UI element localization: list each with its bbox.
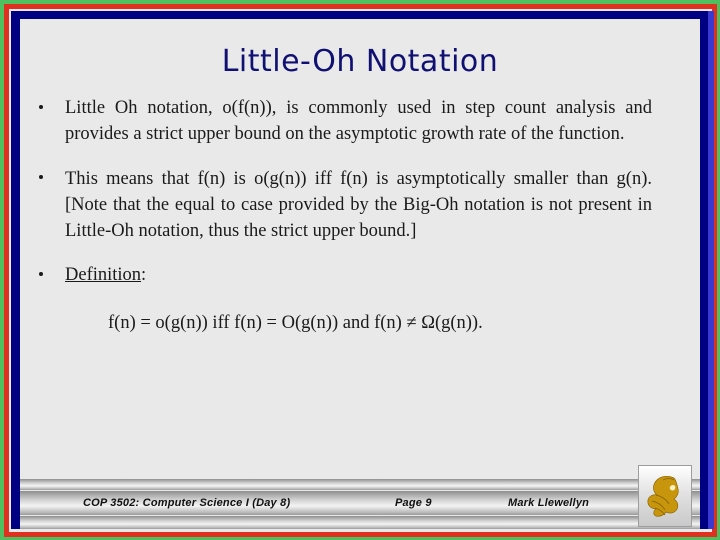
ucf-pegasus-logo <box>638 465 692 527</box>
bullet-text: Little Oh notation, o(f(n)), is commonly… <box>65 98 652 145</box>
footer-text-row: COP 3502: Computer Science I (Day 8) Pag… <box>20 491 700 515</box>
page-title: Little-Oh Notation <box>221 44 499 79</box>
bullet-dot <box>39 271 43 276</box>
slide-canvas: Little-Oh Notation Little Oh notation, o… <box>20 19 700 529</box>
bullet-item: This means that f(n) is o(g(n)) iff f(n)… <box>20 166 700 245</box>
pegasus-icon <box>647 475 679 517</box>
footer-course: COP 3502: Computer Science I (Day 8) <box>83 497 291 509</box>
footer-band-bottom <box>20 516 700 529</box>
slide-body: Little Oh notation, o(f(n)), is commonly… <box>20 95 700 334</box>
bullet-dot <box>39 104 43 109</box>
definition-label: Definition <box>65 265 142 286</box>
definition-formula: f(n) = o(g(n)) iff f(n) = O(g(n)) and f(… <box>108 312 483 333</box>
footer-band-top <box>20 479 700 490</box>
footer-author: Mark Llewellyn <box>508 497 590 509</box>
definition-colon: : <box>141 265 147 286</box>
slide-footer: COP 3502: Computer Science I (Day 8) Pag… <box>20 465 700 529</box>
footer-page-number: Page 9 <box>395 497 432 509</box>
bullet-dot <box>39 175 43 180</box>
bullet-text: This means that f(n) is o(g(n)) iff f(n)… <box>65 168 652 242</box>
bullet-item: Little Oh notation, o(f(n)), is commonly… <box>20 95 700 148</box>
bullet-item-definition: Definition: <box>20 262 700 288</box>
slide-frame: Little-Oh Notation Little Oh notation, o… <box>0 0 720 540</box>
